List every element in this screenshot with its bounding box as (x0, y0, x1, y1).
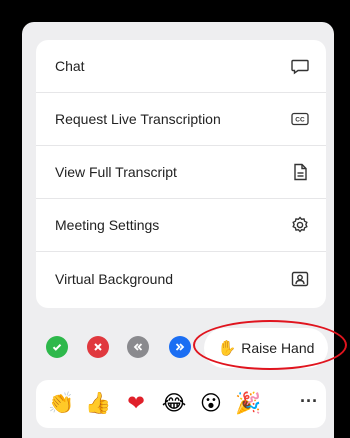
chat-bubble-icon (290, 56, 310, 76)
gear-icon (290, 215, 310, 235)
menu-item-label: Request Live Transcription (55, 111, 221, 127)
heart-emoji[interactable]: ❤ (123, 390, 149, 416)
more-options-menu: Chat Request Live Transcription CC View … (36, 40, 326, 308)
menu-item-chat[interactable]: Chat (36, 40, 326, 93)
raise-hand-label: Raise Hand (241, 340, 315, 356)
document-icon (290, 162, 310, 182)
menu-item-meeting-settings[interactable]: Meeting Settings (36, 199, 326, 252)
tears-of-joy-emoji[interactable]: 😂 (161, 390, 187, 416)
raised-hand-icon: ✋ (217, 339, 237, 357)
person-portrait-icon (290, 269, 310, 289)
x-icon (94, 343, 102, 351)
more-reactions-button[interactable]: ··· (298, 390, 320, 416)
menu-item-label: Chat (55, 58, 85, 74)
menu-item-label: Meeting Settings (55, 217, 160, 233)
thumbs-up-emoji[interactable]: 👍 (85, 390, 111, 416)
meeting-more-panel: Chat Request Live Transcription CC View … (22, 22, 334, 438)
raise-hand-button[interactable]: ✋ Raise Hand (204, 328, 328, 368)
menu-item-request-live-transcription[interactable]: Request Live Transcription CC (36, 93, 326, 146)
menu-item-label: Virtual Background (55, 270, 174, 287)
nonverbal-feedback-row: ✋ Raise Hand (36, 324, 328, 374)
menu-item-label: View Full Transcript (55, 164, 177, 180)
party-popper-emoji[interactable]: 🎉 (235, 390, 261, 416)
menu-item-virtual-background[interactable]: Virtual Background (36, 252, 326, 305)
clapping-hands-emoji[interactable]: 👏 (48, 390, 74, 416)
cc-text: CC (295, 117, 305, 124)
yes-button[interactable] (46, 336, 68, 358)
emoji-reactions-bar: 👏 👍 ❤ 😂 😮 🎉 ··· (36, 380, 326, 428)
double-right-chevron-icon (175, 343, 185, 351)
open-mouth-emoji[interactable]: 😮 (198, 390, 224, 416)
check-icon (52, 344, 62, 351)
slower-button[interactable] (127, 336, 149, 358)
no-button[interactable] (87, 336, 109, 358)
double-left-chevron-icon (133, 343, 143, 351)
closed-caption-icon: CC (290, 109, 310, 129)
menu-item-view-full-transcript[interactable]: View Full Transcript (36, 146, 326, 199)
faster-button[interactable] (169, 336, 191, 358)
